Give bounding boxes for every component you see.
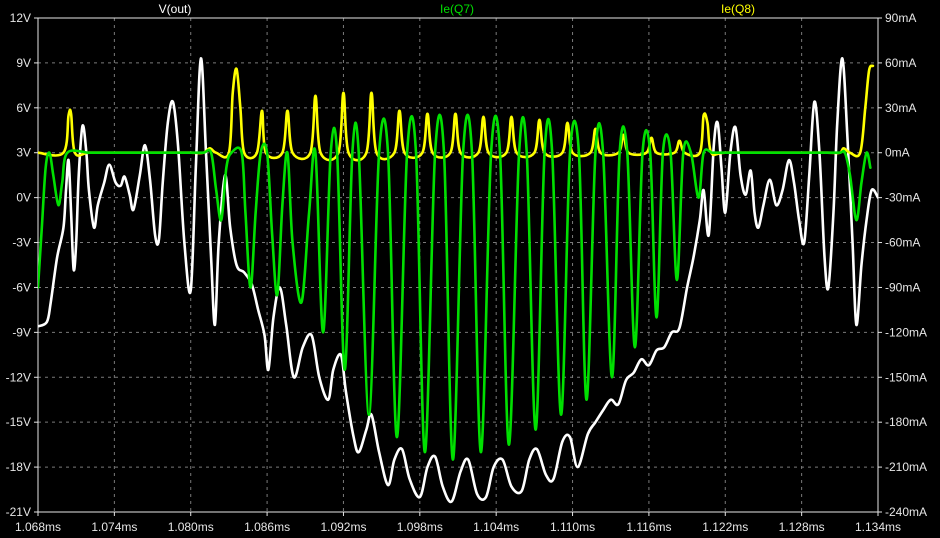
legend-item-ie-q7: Ie(Q7) bbox=[440, 2, 474, 16]
right-axis-tick-label: -180mA bbox=[885, 415, 927, 429]
right-axis-tick-label: 30mA bbox=[885, 101, 916, 115]
right-axis-tick-label: 0mA bbox=[885, 146, 910, 160]
right-axis-tick-label: 60mA bbox=[885, 56, 916, 70]
left-axis-tick-label: 12V bbox=[10, 11, 31, 25]
left-axis-tick-label: -15V bbox=[6, 415, 31, 429]
left-axis-tick-label: 6V bbox=[16, 101, 31, 115]
left-axis-tick-label: -12V bbox=[6, 370, 31, 384]
x-axis-tick-label: 1.074ms bbox=[91, 520, 137, 534]
left-axis-tick-label: -3V bbox=[12, 236, 31, 250]
waveform-chart: 12V 9V 6V 3V 0V -3V -6V -9V -12V -15V -18V -21V 90m… bbox=[0, 0, 940, 538]
right-axis-tick-label: -150mA bbox=[885, 370, 927, 384]
x-axis-tick-label: 1.122ms bbox=[702, 520, 748, 534]
x-axis-tick-label: 1.110ms bbox=[550, 520, 595, 534]
left-axis-tick-label: 3V bbox=[16, 146, 31, 160]
x-axis-tick-label: 1.104ms bbox=[473, 520, 519, 534]
right-axis-tick-label: -210mA bbox=[885, 460, 927, 474]
left-axis-tick-label: -9V bbox=[12, 325, 31, 339]
plot-background bbox=[0, 0, 940, 538]
x-axis-tick-label: 1.086ms bbox=[244, 520, 290, 534]
chart-root: 12V 9V 6V 3V 0V -3V -6V -9V -12V -15V -18V -21V 90m… bbox=[0, 0, 940, 538]
left-axis-tick-label: -6V bbox=[12, 280, 31, 294]
x-axis-tick-label: 1.080ms bbox=[168, 520, 214, 534]
left-axis-tick-label: 9V bbox=[16, 56, 31, 70]
right-axis-tick-label: -90mA bbox=[885, 280, 920, 294]
x-axis-tick-label: 1.134ms bbox=[855, 520, 901, 534]
x-axis-tick-label: 1.068ms bbox=[15, 520, 61, 534]
x-axis-tick-label: 1.092ms bbox=[320, 520, 366, 534]
right-axis-tick-label: 90mA bbox=[885, 11, 916, 25]
left-axis-tick-label: 0V bbox=[16, 191, 31, 205]
right-axis-tick-label: -30mA bbox=[885, 191, 920, 205]
right-axis-tick-label: -60mA bbox=[885, 236, 920, 250]
left-axis-tick-label: -18V bbox=[6, 460, 31, 474]
right-axis-tick-label: -240mA bbox=[885, 505, 927, 519]
x-axis-tick-label: 1.116ms bbox=[626, 520, 671, 534]
x-axis-tick-label: 1.128ms bbox=[779, 520, 825, 534]
x-axis-tick-label: 1.098ms bbox=[397, 520, 443, 534]
left-axis-tick-label: -21V bbox=[6, 505, 31, 519]
right-axis-tick-label: -120mA bbox=[885, 325, 927, 339]
legend-item-ie-q8: Ie(Q8) bbox=[721, 2, 755, 16]
legend-item-v-out: V(out) bbox=[159, 2, 192, 16]
